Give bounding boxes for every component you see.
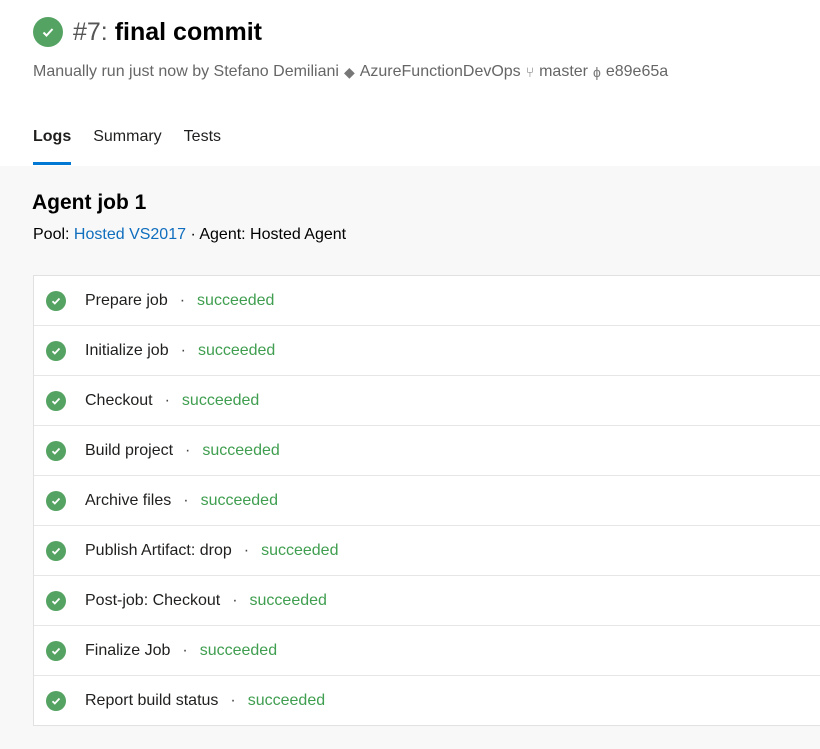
step-status: succeeded: [249, 591, 327, 609]
success-check-icon: [46, 290, 66, 311]
step-name: Checkout: [85, 391, 153, 409]
run-header: #7: final commit Manually run just now b…: [0, 0, 820, 166]
separator: ·: [230, 691, 236, 709]
step-name: Prepare job: [85, 291, 168, 309]
step-row[interactable]: Finalize Job · succeeded: [34, 626, 820, 676]
separator: ·: [183, 491, 189, 509]
step-status: succeeded: [247, 691, 326, 709]
step-name: Build project: [85, 441, 174, 459]
pool-label: Pool:: [33, 226, 70, 243]
separator: ·: [182, 641, 188, 659]
success-check-icon: [46, 540, 66, 561]
agent-info: · Agent: Hosted Agent: [190, 226, 347, 243]
step-row[interactable]: Post-job: Checkout · succeeded: [34, 576, 820, 626]
step-row[interactable]: Initialize job · succeeded: [34, 326, 820, 376]
step-name: Archive files: [85, 491, 172, 509]
commit-link[interactable]: e89e65a: [606, 63, 668, 81]
trigger-text: Manually run just now by Stefano Demilia…: [33, 63, 339, 80]
step-name: Finalize Job: [85, 641, 171, 659]
step-status: succeeded: [197, 341, 276, 359]
branch-icon: ⑂: [525, 64, 535, 80]
separator: ·: [185, 441, 191, 459]
step-status: succeeded: [181, 391, 260, 409]
run-title: #7: final commit: [73, 18, 262, 47]
git-repo-icon: ◆: [343, 63, 355, 80]
step-row[interactable]: Publish Artifact: drop · succeeded: [34, 526, 820, 576]
success-check-icon: [46, 440, 66, 461]
separator: ·: [164, 391, 170, 409]
repo-link[interactable]: AzureFunctionDevOps: [360, 63, 521, 81]
step-status: succeeded: [202, 441, 280, 459]
success-check-icon: [46, 690, 66, 711]
step-status: succeeded: [199, 641, 278, 659]
step-row[interactable]: Build project · succeeded: [34, 426, 820, 476]
success-check-icon: [46, 590, 66, 611]
tab-bar: Logs Summary Tests: [33, 128, 221, 166]
run-number: #7:: [73, 17, 108, 46]
success-check-icon: [46, 640, 66, 661]
separator: ·: [243, 541, 250, 559]
job-title: Agent job 1: [32, 191, 147, 214]
tab-summary[interactable]: Summary: [93, 128, 161, 166]
step-status: succeeded: [261, 541, 339, 559]
step-row[interactable]: Checkout · succeeded: [34, 376, 820, 426]
commit-icon: ϕ: [593, 64, 601, 80]
run-title-row: #7: final commit: [33, 17, 262, 47]
success-check-icon: [33, 17, 63, 47]
separator: ·: [232, 591, 238, 609]
branch-link[interactable]: master: [539, 63, 588, 81]
separator: ·: [180, 341, 186, 359]
step-row[interactable]: Archive files · succeeded: [34, 476, 820, 526]
run-name: final commit: [114, 17, 262, 46]
success-check-icon: [46, 390, 66, 411]
tab-logs[interactable]: Logs: [33, 128, 72, 166]
success-check-icon: [46, 340, 66, 361]
run-subtitle: Manually run just now by Stefano Demilia…: [33, 63, 668, 81]
step-name: Post-job: Checkout: [85, 591, 221, 609]
step-row[interactable]: Report build status · succeeded: [34, 676, 820, 725]
job-steps-list: Prepare job · succeeded Initialize job ·…: [33, 275, 820, 726]
step-status: succeeded: [197, 291, 275, 309]
job-pool-info: Pool: Hosted VS2017 · Agent: Hosted Agen…: [33, 226, 346, 244]
step-status: succeeded: [200, 491, 278, 509]
step-name: Publish Artifact: drop: [85, 541, 232, 559]
success-check-icon: [46, 490, 66, 511]
separator: ·: [179, 291, 186, 309]
step-name: Initialize job: [85, 341, 169, 359]
step-name: Report build status: [85, 691, 219, 709]
step-row[interactable]: Prepare job · succeeded: [34, 276, 820, 326]
pool-link[interactable]: Hosted VS2017: [74, 226, 186, 243]
tab-tests[interactable]: Tests: [184, 128, 221, 166]
